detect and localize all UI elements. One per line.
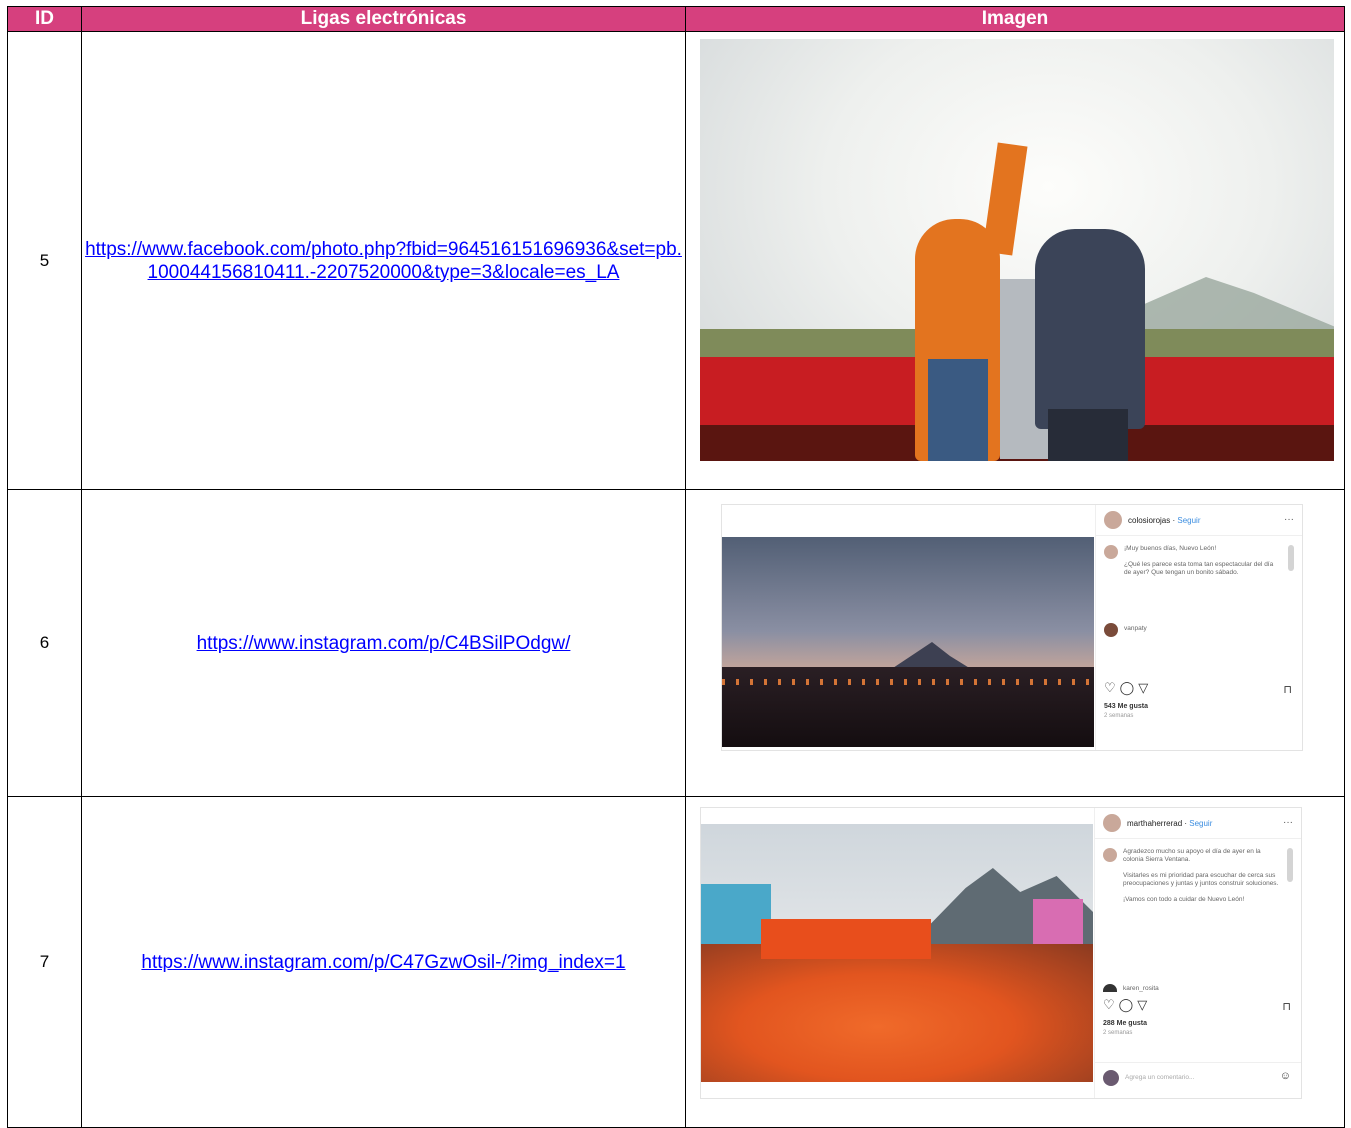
header-image: Imagen bbox=[685, 6, 1345, 32]
caption-line: Agradezco mucho su apoyo el día de ayer … bbox=[1123, 848, 1261, 863]
header-links: Ligas electrónicas bbox=[81, 6, 686, 32]
bookmark-icon: ⊓ bbox=[1282, 1001, 1291, 1013]
caption-line: Visitarles es mi prioridad para escuchar… bbox=[1123, 872, 1279, 887]
campaign-rally-photo bbox=[700, 39, 1334, 461]
post-action-icons: ♡◯▽ bbox=[1104, 681, 1153, 696]
caption-line: ¡Vamos con todo a cuidar de Nuevo León! bbox=[1123, 896, 1245, 903]
commenter-name: karen_rosita bbox=[1123, 985, 1159, 992]
instagram-link[interactable]: https://www.instagram.com/p/C4BSilPOdgw/ bbox=[197, 633, 571, 654]
caption-line: ¿Qué les parece esta toma tan espectacul… bbox=[1124, 561, 1274, 576]
avatar bbox=[1104, 623, 1118, 637]
more-icon: ··· bbox=[1284, 514, 1294, 525]
table-row: 6 https://www.instagram.com/p/C4BSilPOdg… bbox=[7, 489, 1345, 797]
scrollbar bbox=[1287, 848, 1293, 882]
follow-link: Seguir bbox=[1177, 516, 1201, 525]
image-cell: colosiorojas · Seguir ··· ¡Muy buenos dí… bbox=[685, 489, 1345, 797]
more-icon: ··· bbox=[1283, 817, 1293, 828]
avatar bbox=[1104, 545, 1118, 559]
commenter-name: vanpaty bbox=[1124, 625, 1147, 632]
facebook-link[interactable]: https://www.facebook.com/photo.php?fbid=… bbox=[85, 239, 682, 283]
link-cell: https://www.instagram.com/p/C47GzwOsil-/… bbox=[81, 796, 686, 1128]
avatar bbox=[1104, 511, 1122, 529]
post-age: 2 semanas bbox=[1103, 1030, 1133, 1036]
header-id: ID bbox=[7, 6, 82, 32]
post-username: colosiorojas bbox=[1128, 516, 1171, 525]
bookmark-icon: ⊓ bbox=[1283, 684, 1292, 696]
instagram-link[interactable]: https://www.instagram.com/p/C47GzwOsil-/… bbox=[141, 952, 625, 973]
evidence-table: ID Ligas electrónicas Imagen 5 https://w… bbox=[7, 6, 1345, 1128]
scrollbar bbox=[1288, 545, 1294, 571]
likes-count: 288 Me gusta bbox=[1103, 1020, 1147, 1027]
avatar bbox=[1103, 984, 1117, 992]
avatar bbox=[1103, 814, 1121, 832]
link-cell: https://www.instagram.com/p/C4BSilPOdgw/ bbox=[81, 489, 686, 797]
instagram-post-screenshot: marthaherrerad · Seguir ··· Agradezco mu… bbox=[700, 807, 1302, 1099]
row-id: 5 bbox=[7, 31, 82, 490]
post-action-icons: ♡◯▽ bbox=[1103, 998, 1152, 1013]
post-side-panel: colosiorojas · Seguir ··· ¡Muy buenos dí… bbox=[1095, 505, 1302, 750]
image-cell bbox=[685, 31, 1345, 490]
avatar bbox=[1103, 848, 1117, 862]
post-username: marthaherrerad bbox=[1127, 819, 1183, 828]
instagram-post-screenshot: colosiorojas · Seguir ··· ¡Muy buenos dí… bbox=[721, 504, 1303, 751]
image-cell: marthaherrerad · Seguir ··· Agradezco mu… bbox=[685, 796, 1345, 1128]
avatar bbox=[1103, 1070, 1119, 1086]
neighborhood-event-photo bbox=[701, 824, 1093, 1082]
follow-link: Seguir bbox=[1189, 819, 1213, 828]
emoji-icon: ☺ bbox=[1279, 1070, 1291, 1082]
likes-count: 543 Me gusta bbox=[1104, 703, 1148, 710]
link-cell: https://www.facebook.com/photo.php?fbid=… bbox=[81, 31, 686, 490]
caption-line: ¡Muy buenos días, Nuevo León! bbox=[1124, 545, 1217, 552]
post-age: 2 semanas bbox=[1104, 713, 1134, 719]
post-side-panel: marthaherrerad · Seguir ··· Agradezco mu… bbox=[1094, 808, 1301, 1098]
row-id: 6 bbox=[7, 489, 82, 797]
table-row: 5 https://www.facebook.com/photo.php?fbi… bbox=[7, 31, 1345, 490]
table-row: 7 https://www.instagram.com/p/C47GzwOsil… bbox=[7, 796, 1345, 1128]
comment-input: Agrega un comentario... bbox=[1125, 1074, 1195, 1081]
crowd-sunset-photo bbox=[722, 537, 1094, 747]
header-row: ID Ligas electrónicas Imagen bbox=[7, 6, 1345, 32]
row-id: 7 bbox=[7, 796, 82, 1128]
